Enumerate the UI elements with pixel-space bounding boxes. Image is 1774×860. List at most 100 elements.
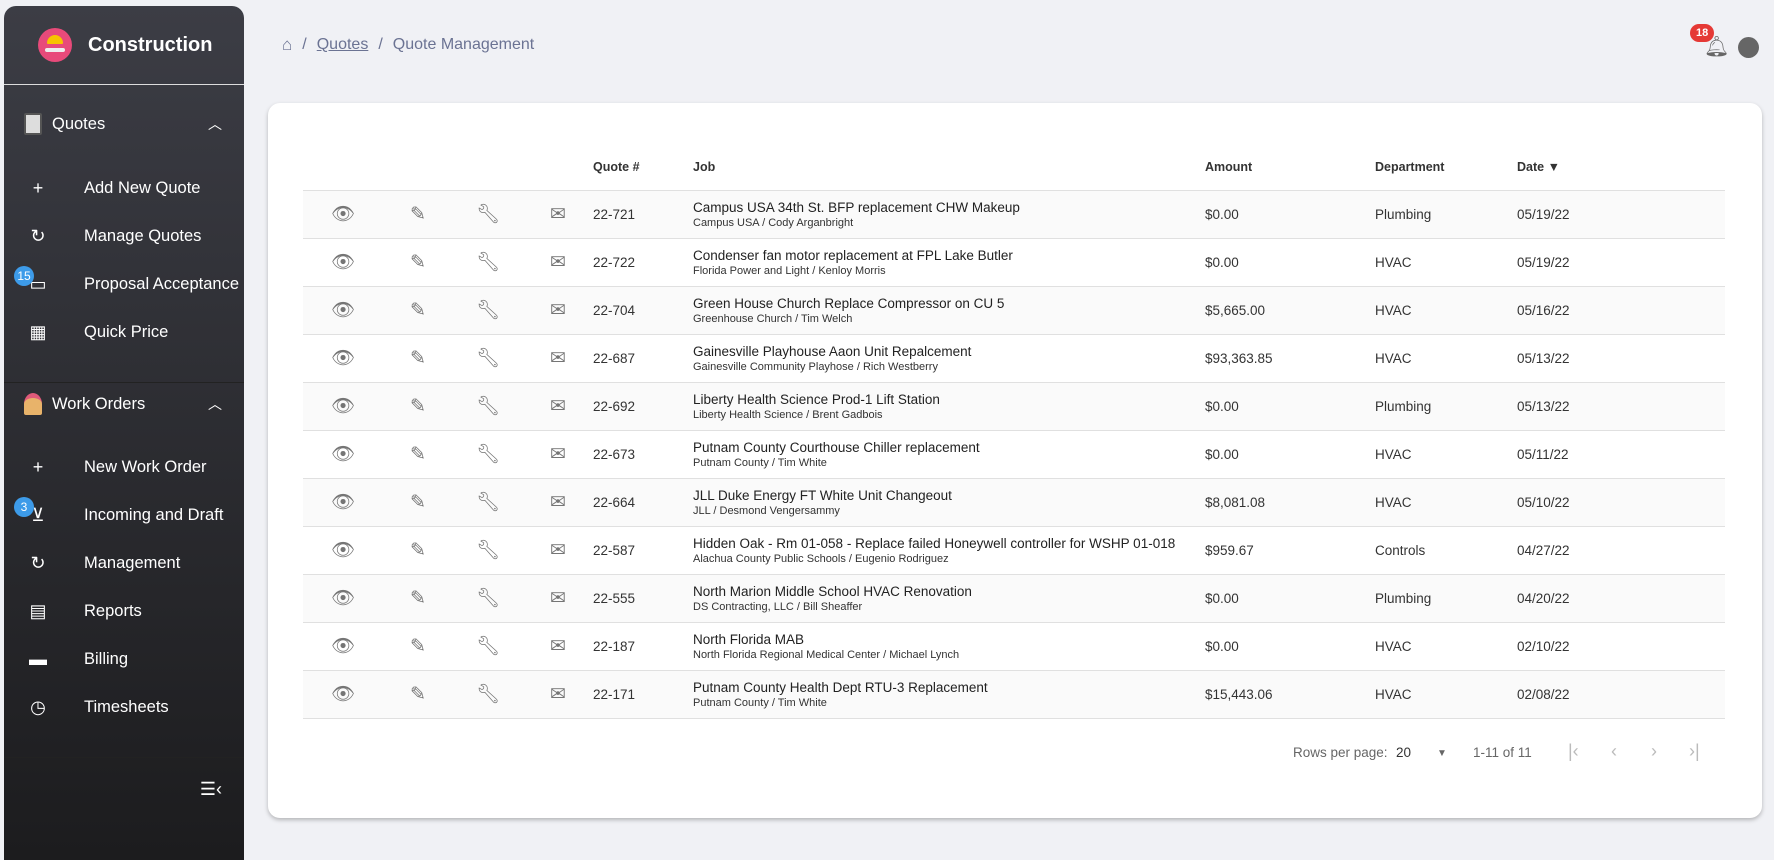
- table-row[interactable]: 👁︎ ✎ 🔧︎ ✉ 22-704 Green House Church Repl…: [303, 286, 1725, 335]
- wrench-icon[interactable]: 🔧︎: [453, 238, 523, 287]
- edit-icon[interactable]: ✎: [383, 382, 453, 431]
- quote-number[interactable]: 22-171: [593, 670, 693, 719]
- sidebar-item-management[interactable]: ↻ Management: [4, 541, 244, 585]
- email-icon[interactable]: ✉: [523, 478, 593, 527]
- edit-icon[interactable]: ✎: [383, 622, 453, 671]
- quote-number[interactable]: 22-692: [593, 382, 693, 431]
- sidebar-item-reports[interactable]: ▤ Reports: [4, 589, 244, 633]
- quote-number[interactable]: 22-555: [593, 574, 693, 623]
- col-date[interactable]: Date ▼: [1517, 145, 1725, 191]
- edit-icon[interactable]: ✎: [383, 670, 453, 719]
- sidebar-item-new-work-order[interactable]: + New Work Order: [4, 445, 244, 489]
- sidebar-item-manage-quotes[interactable]: ↻ Manage Quotes: [4, 214, 244, 258]
- edit-icon[interactable]: ✎: [383, 238, 453, 287]
- wrench-icon[interactable]: 🔧︎: [453, 334, 523, 383]
- sidebar-item-add-new-quote[interactable]: + Add New Quote: [4, 166, 244, 210]
- table-row[interactable]: 👁︎ ✎ 🔧︎ ✉ 22-664 JLL Duke Energy FT Whit…: [303, 478, 1725, 527]
- home-icon[interactable]: ⌂: [282, 35, 292, 55]
- view-icon[interactable]: 👁︎: [303, 478, 383, 527]
- wrench-icon[interactable]: 🔧︎: [453, 622, 523, 671]
- dropdown-arrow-icon[interactable]: ▼: [1437, 748, 1447, 759]
- first-page-icon[interactable]: |‹: [1568, 741, 1579, 762]
- quote-number[interactable]: 22-664: [593, 478, 693, 527]
- table-row[interactable]: 👁︎ ✎ 🔧︎ ✉ 22-687 Gainesville Playhouse A…: [303, 334, 1725, 383]
- table-row[interactable]: 👁︎ ✎ 🔧︎ ✉ 22-692 Liberty Health Science …: [303, 382, 1725, 431]
- edit-icon[interactable]: ✎: [383, 334, 453, 383]
- section-quotes[interactable]: Quotes ︿: [4, 104, 244, 144]
- edit-icon[interactable]: ✎: [383, 286, 453, 335]
- clock-icon: ◷: [30, 696, 46, 717]
- sidebar-item-timesheets[interactable]: ◷ Timesheets: [4, 685, 244, 729]
- view-icon[interactable]: 👁︎: [303, 574, 383, 623]
- notifications-button[interactable]: 🔔︎ 18: [1690, 24, 1729, 59]
- quote-number[interactable]: 22-704: [593, 286, 693, 335]
- wrench-icon[interactable]: 🔧︎: [453, 478, 523, 527]
- email-icon[interactable]: ✉: [523, 382, 593, 431]
- breadcrumb-quotes-link[interactable]: Quotes: [317, 36, 369, 54]
- edit-icon[interactable]: ✎: [383, 430, 453, 479]
- edit-icon[interactable]: ✎: [383, 526, 453, 575]
- sidebar-item-quick-price[interactable]: ▦ Quick Price: [4, 310, 244, 354]
- col-department[interactable]: Department: [1375, 145, 1517, 191]
- next-page-icon[interactable]: ›: [1651, 741, 1657, 762]
- view-icon[interactable]: 👁︎: [303, 622, 383, 671]
- account-icon[interactable]: [1738, 37, 1759, 58]
- chevron-up-icon[interactable]: ︿: [208, 114, 222, 134]
- wrench-icon[interactable]: 🔧︎: [453, 574, 523, 623]
- view-icon[interactable]: 👁︎: [303, 190, 383, 239]
- brand[interactable]: Construction: [4, 6, 244, 85]
- table-row[interactable]: 👁︎ ✎ 🔧︎ ✉ 22-187 North Florida MAB North …: [303, 622, 1725, 671]
- table-row[interactable]: 👁︎ ✎ 🔧︎ ✉ 22-555 North Marion Middle Sch…: [303, 574, 1725, 623]
- table-row[interactable]: 👁︎ ✎ 🔧︎ ✉ 22-721 Campus USA 34th St. BFP…: [303, 190, 1725, 239]
- last-page-icon[interactable]: ›|: [1689, 741, 1700, 762]
- email-icon[interactable]: ✉: [523, 526, 593, 575]
- quote-number[interactable]: 22-187: [593, 622, 693, 671]
- sidebar-item-proposal-acceptance[interactable]: ▭ Proposal Acceptance 15: [4, 262, 244, 306]
- wrench-icon[interactable]: 🔧︎: [453, 526, 523, 575]
- wrench-icon[interactable]: 🔧︎: [453, 382, 523, 431]
- view-icon[interactable]: 👁︎: [303, 286, 383, 335]
- col-amount[interactable]: Amount: [1205, 145, 1375, 191]
- sidebar-item-incoming-and-draft[interactable]: ⊻ Incoming and Draft 3: [4, 493, 244, 537]
- quote-number[interactable]: 22-722: [593, 238, 693, 287]
- wrench-icon[interactable]: 🔧︎: [453, 430, 523, 479]
- job-cell: Green House Church Replace Compressor on…: [693, 286, 1205, 335]
- view-icon[interactable]: 👁︎: [303, 382, 383, 431]
- rows-per-page-select[interactable]: 20: [1396, 745, 1411, 760]
- email-icon[interactable]: ✉: [523, 574, 593, 623]
- wrench-icon[interactable]: 🔧︎: [453, 670, 523, 719]
- view-icon[interactable]: 👁︎: [303, 670, 383, 719]
- quote-number[interactable]: 22-687: [593, 334, 693, 383]
- view-icon[interactable]: 👁︎: [303, 430, 383, 479]
- edit-icon[interactable]: ✎: [383, 190, 453, 239]
- edit-icon[interactable]: ✎: [383, 478, 453, 527]
- section-work-orders[interactable]: Work Orders ︿: [4, 384, 244, 424]
- table-row[interactable]: 👁︎ ✎ 🔧︎ ✉ 22-722 Condenser fan motor rep…: [303, 238, 1725, 287]
- email-icon[interactable]: ✉: [523, 334, 593, 383]
- col-quote[interactable]: Quote #: [593, 145, 693, 191]
- email-icon[interactable]: ✉: [523, 238, 593, 287]
- view-icon[interactable]: 👁︎: [303, 526, 383, 575]
- table-row[interactable]: 👁︎ ✎ 🔧︎ ✉ 22-587 Hidden Oak - Rm 01-058 …: [303, 526, 1725, 575]
- chevron-up-icon[interactable]: ︿: [208, 394, 222, 414]
- quote-number[interactable]: 22-587: [593, 526, 693, 575]
- email-icon[interactable]: ✉: [523, 190, 593, 239]
- wrench-icon[interactable]: 🔧︎: [453, 286, 523, 335]
- quote-number[interactable]: 22-721: [593, 190, 693, 239]
- email-icon[interactable]: ✉: [523, 430, 593, 479]
- sidebar-item-billing[interactable]: ▬ Billing: [4, 637, 244, 681]
- edit-icon[interactable]: ✎: [383, 574, 453, 623]
- table-row[interactable]: 👁︎ ✎ 🔧︎ ✉ 22-171 Putnam County Health De…: [303, 670, 1725, 719]
- prev-page-icon[interactable]: ‹: [1611, 741, 1617, 762]
- collapse-menu-icon[interactable]: ☰‹: [200, 779, 222, 800]
- app-title: Construction: [88, 33, 213, 56]
- email-icon[interactable]: ✉: [523, 670, 593, 719]
- email-icon[interactable]: ✉: [523, 622, 593, 671]
- table-row[interactable]: 👁︎ ✎ 🔧︎ ✉ 22-673 Putnam County Courthous…: [303, 430, 1725, 479]
- col-job[interactable]: Job: [693, 145, 1205, 191]
- wrench-icon[interactable]: 🔧︎: [453, 190, 523, 239]
- quote-number[interactable]: 22-673: [593, 430, 693, 479]
- email-icon[interactable]: ✉: [523, 286, 593, 335]
- view-icon[interactable]: 👁︎: [303, 334, 383, 383]
- view-icon[interactable]: 👁︎: [303, 238, 383, 287]
